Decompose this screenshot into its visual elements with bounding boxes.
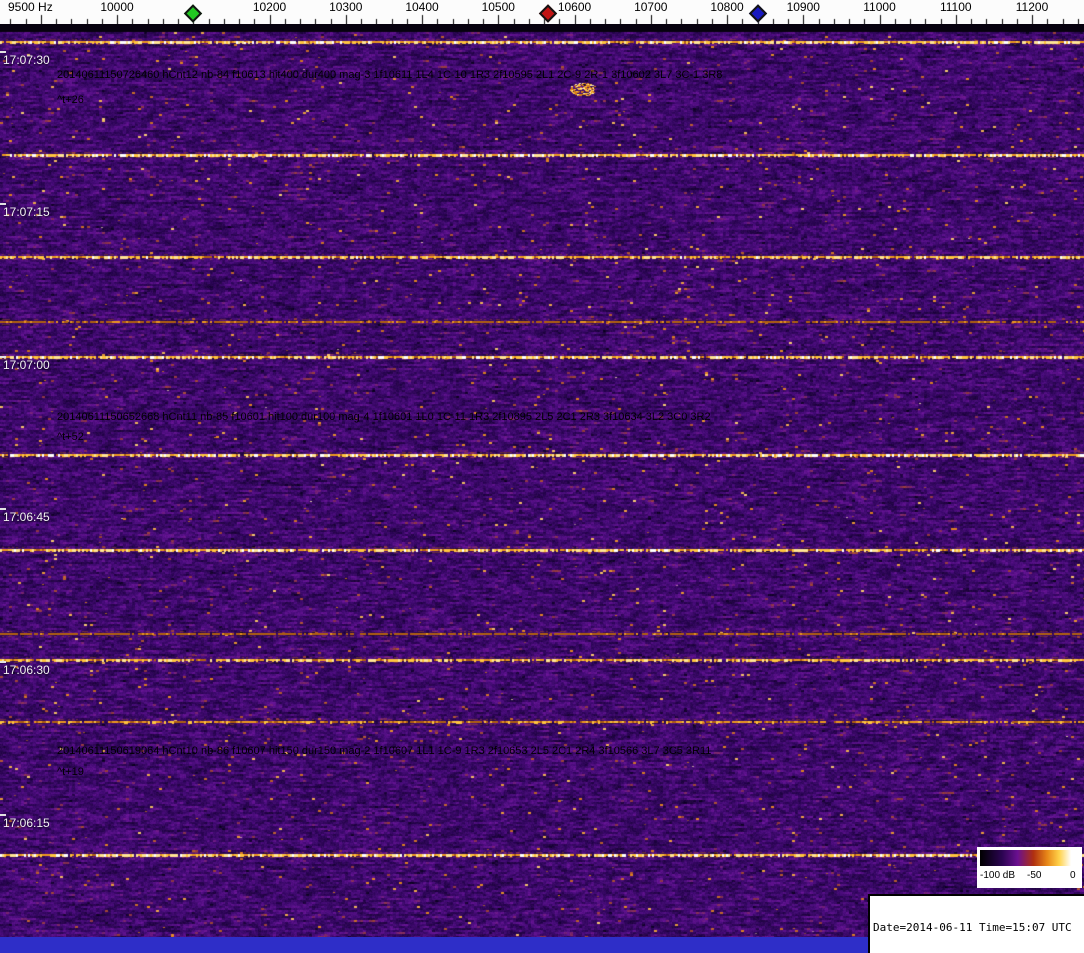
freq-tick-label: 11100	[939, 0, 972, 14]
frequency-axis-start-label: 9500 Hz	[8, 0, 53, 14]
legend-max-label: 0	[1070, 870, 1076, 881]
color-gradient-bar	[980, 850, 1079, 866]
time-tick-label: 17:07:00	[3, 358, 50, 372]
legend-mid-label: -50	[1027, 870, 1042, 881]
freq-tick-label: 10800	[710, 0, 744, 14]
time-tick-label: 17:06:15	[3, 816, 50, 830]
db-color-scale: -100 dB -50 0	[977, 847, 1082, 888]
freq-tick-label: 10400	[405, 0, 439, 14]
time-tick-label: 17:06:30	[3, 663, 50, 677]
freq-tick-label: 10600	[557, 0, 592, 14]
freq-tick-label: 10900	[786, 0, 820, 14]
time-tick-mark	[0, 51, 6, 53]
freq-tick-label: 11000	[863, 0, 896, 14]
detection-offset-label: ^t+52	[57, 431, 84, 443]
freq-tick-label: 10200	[252, 0, 287, 14]
time-tick-mark	[0, 356, 6, 358]
observation-info-box: Date=2014-06-11 Time=15:07 UTC Freq=143 …	[868, 894, 1084, 953]
info-date-time: Date=2014-06-11 Time=15:07 UTC	[873, 921, 1072, 934]
freq-tick-label: 10300	[329, 0, 363, 14]
waterfall-spectrogram	[0, 24, 1084, 937]
freq-tick-label: 10000	[100, 0, 134, 14]
detection-record-text: 20140611150619064 hCnt10 nb-86 f10607 hi…	[57, 745, 712, 757]
detection-record-text: 20140611150726460 hCnt12 nb-84 f10613 hi…	[57, 69, 723, 81]
detection-offset-label: ^t+19	[57, 766, 84, 778]
time-tick-mark	[0, 203, 6, 205]
time-tick-label: 17:07:30	[3, 53, 50, 67]
time-tick-label: 17:06:45	[3, 510, 50, 524]
detection-offset-label: ^t+26	[57, 94, 84, 106]
time-tick-label: 17:07:15	[3, 205, 50, 219]
freq-tick-label: 11200	[1015, 0, 1049, 14]
meteor-spectrogram-app: 20140611150726460 hCnt12 nb-84 f10613 hi…	[0, 0, 1084, 953]
time-tick-mark	[0, 508, 6, 510]
freq-tick-label: 10700	[634, 0, 668, 14]
time-tick-mark	[0, 661, 6, 663]
time-tick-mark	[0, 814, 6, 816]
freq-tick-label: 10500	[481, 0, 515, 14]
detection-record-text: 20140611150652668 hCnt11 nb-85 f10601 hi…	[57, 411, 711, 423]
frequency-ruler: 9500 Hz 10000 10200 10300 10400 10500 10600 10…	[0, 0, 1084, 24]
legend-min-label: -100 dB	[980, 870, 1016, 881]
